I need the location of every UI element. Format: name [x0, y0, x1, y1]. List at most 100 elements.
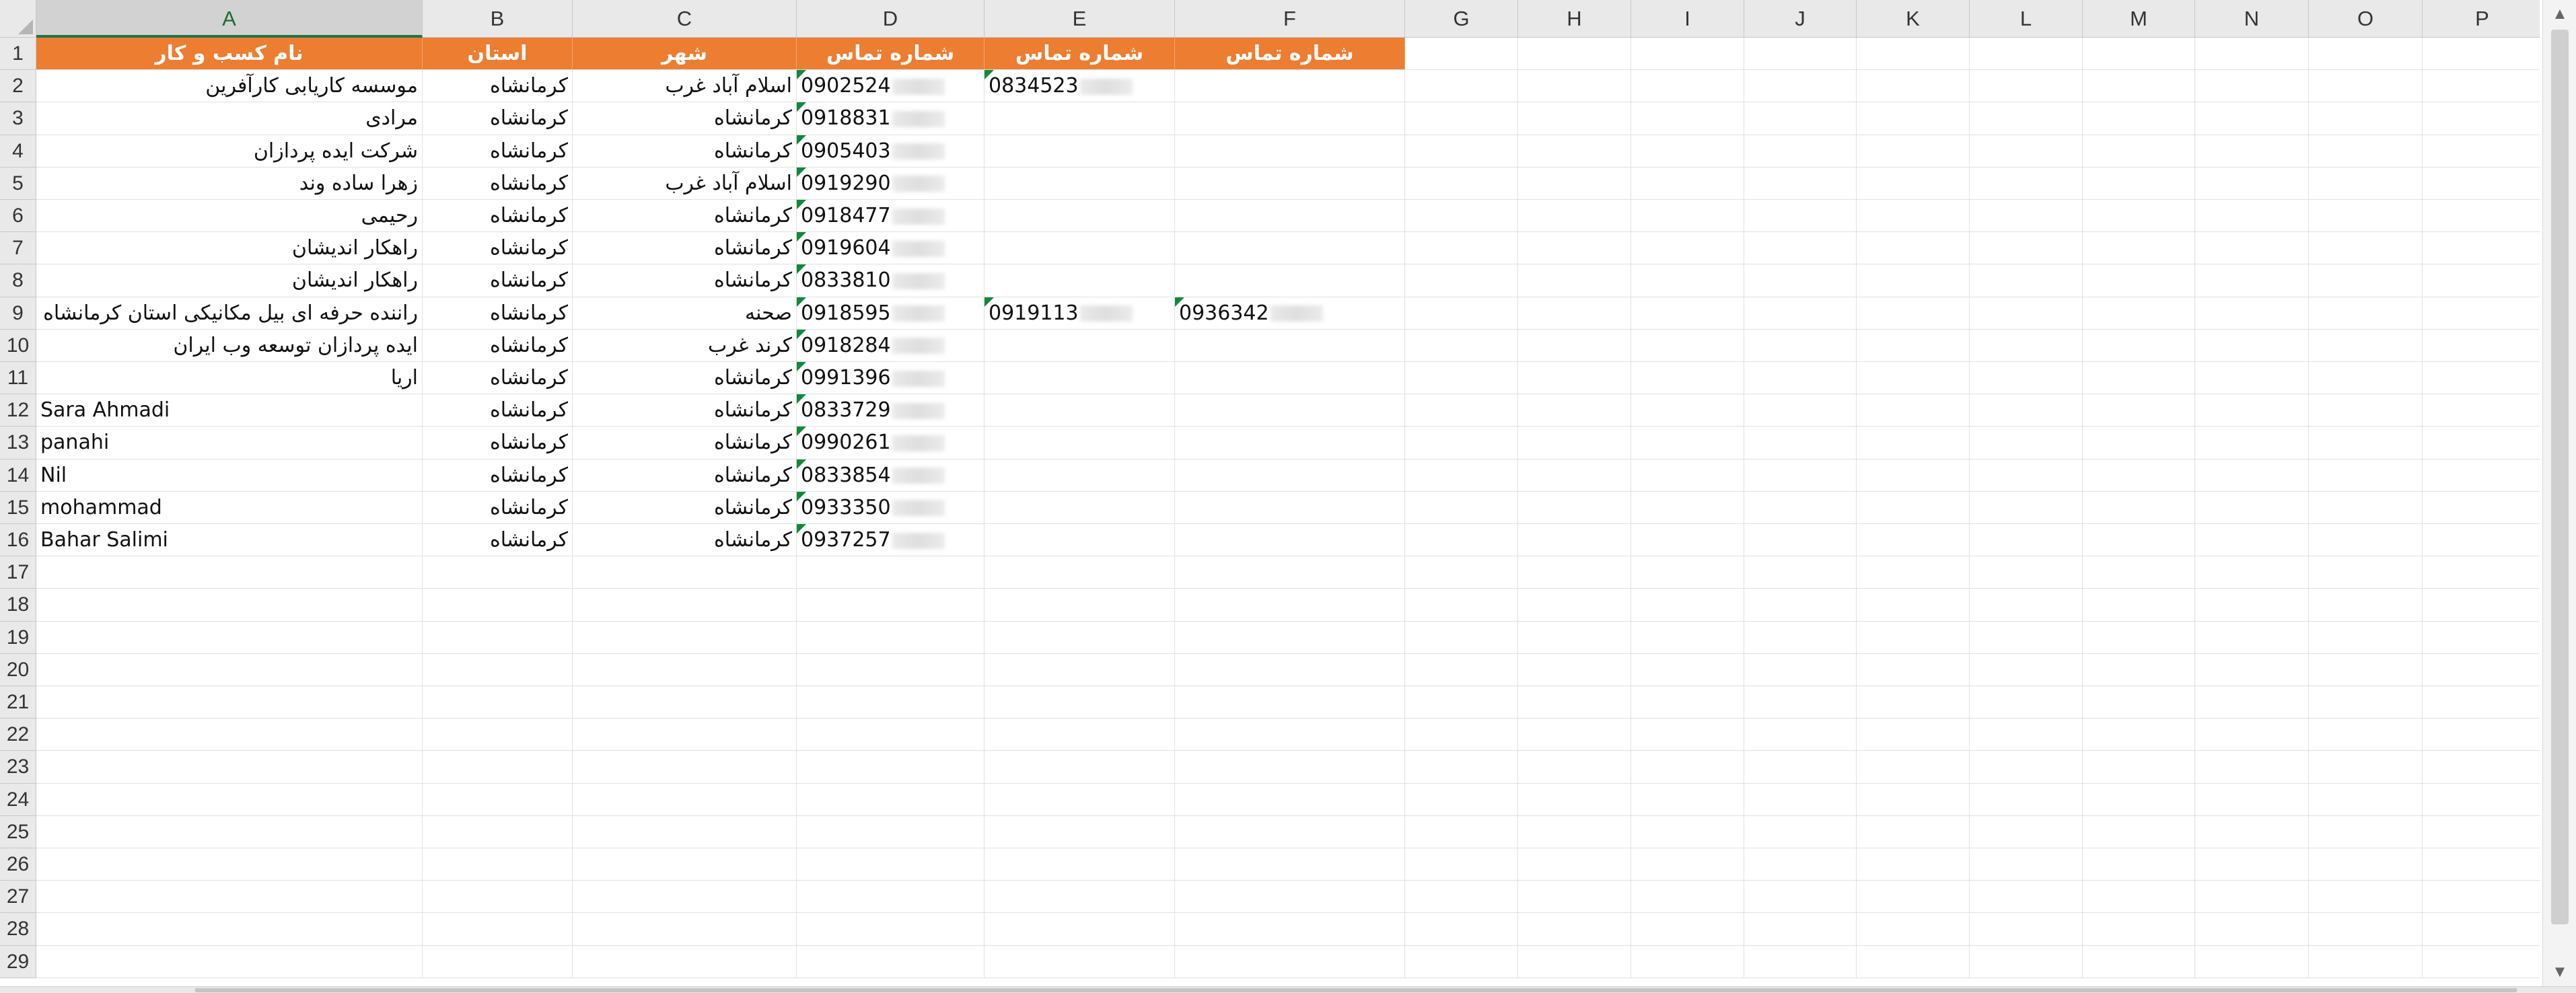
cell[interactable] [1405, 102, 1518, 135]
cell-phone[interactable] [985, 362, 1175, 395]
cell[interactable] [1518, 589, 1631, 622]
cell[interactable] [1175, 589, 1405, 622]
cell-phone[interactable] [1175, 264, 1405, 297]
cell-phone[interactable]: 0833854 [797, 459, 985, 492]
cell[interactable] [1744, 102, 1857, 135]
column-header-g[interactable]: G [1405, 0, 1518, 38]
cell[interactable] [2195, 524, 2309, 557]
cell[interactable] [36, 783, 423, 816]
cell-phone[interactable] [1175, 200, 1405, 233]
cell[interactable] [1631, 297, 1744, 330]
cell[interactable] [1405, 297, 1518, 330]
cell[interactable] [1857, 881, 1970, 914]
cell[interactable] [1857, 167, 1970, 200]
cell[interactable] [423, 621, 573, 654]
cell[interactable] [2423, 719, 2540, 751]
cell-phone[interactable] [1175, 135, 1405, 168]
cell[interactable] [2195, 102, 2309, 135]
cell-phone[interactable]: 0834523 [985, 70, 1175, 103]
cell[interactable] [797, 556, 985, 589]
cell[interactable] [423, 719, 573, 751]
cell[interactable] [1518, 783, 1631, 816]
cell[interactable] [1518, 556, 1631, 589]
cell[interactable] [1970, 459, 2083, 492]
cell-city[interactable]: کرند غرب [573, 329, 797, 362]
cell[interactable] [1744, 329, 1857, 362]
cell[interactable] [1405, 427, 1518, 459]
row-header[interactable]: 8 [0, 264, 36, 297]
cell[interactable] [2423, 38, 2540, 71]
cell[interactable] [2423, 330, 2540, 362]
cell[interactable] [2195, 848, 2309, 881]
row-header[interactable]: 5 [0, 167, 36, 200]
column-header-a[interactable]: A [36, 0, 423, 38]
cell-province[interactable]: کرمانشاه [423, 459, 573, 492]
cell[interactable] [1631, 556, 1744, 589]
cell[interactable] [1970, 945, 2083, 978]
cell[interactable] [985, 621, 1175, 654]
cell-business-name[interactable]: مرادی [36, 102, 423, 135]
cell[interactable] [1518, 719, 1631, 751]
cell[interactable] [2195, 719, 2309, 751]
cell[interactable] [2423, 686, 2540, 719]
cell[interactable] [1744, 621, 1857, 654]
cell[interactable] [1857, 297, 1970, 330]
cell[interactable] [2309, 783, 2423, 816]
cell[interactable] [1631, 589, 1744, 622]
cell[interactable] [423, 653, 573, 686]
cell[interactable] [1175, 556, 1405, 589]
cell[interactable] [1175, 815, 1405, 848]
cell[interactable] [1405, 167, 1518, 200]
cell[interactable] [36, 751, 423, 784]
cell[interactable] [423, 783, 573, 816]
cell[interactable] [2309, 653, 2423, 686]
cell-business-name[interactable]: panahi [36, 427, 423, 459]
cell-phone[interactable]: 0919113 [985, 297, 1175, 330]
horizontal-scroll-thumb[interactable] [195, 988, 2517, 992]
cell[interactable] [1518, 200, 1631, 233]
cell[interactable] [2083, 719, 2195, 751]
cell[interactable] [2423, 946, 2540, 978]
cell[interactable] [2423, 135, 2540, 168]
cell[interactable] [1175, 881, 1405, 914]
cell[interactable] [1518, 913, 1631, 946]
cell[interactable] [1744, 264, 1857, 297]
cell[interactable] [2195, 686, 2309, 719]
cell[interactable] [1518, 232, 1631, 265]
row-header[interactable]: 27 [0, 881, 36, 914]
row-header[interactable]: 25 [0, 815, 36, 848]
cell[interactable] [2309, 686, 2423, 719]
cell-province[interactable]: کرمانشاه [423, 427, 573, 459]
cell[interactable] [423, 848, 573, 881]
row-header[interactable]: 7 [0, 232, 36, 265]
cell[interactable] [2423, 751, 2540, 784]
cell[interactable] [2195, 653, 2309, 686]
cell[interactable] [985, 556, 1175, 589]
cell[interactable] [2309, 264, 2423, 297]
cell[interactable] [1857, 653, 1970, 686]
cell-phone[interactable] [1175, 362, 1405, 395]
cell[interactable] [985, 751, 1175, 784]
cell-phone[interactable]: 0833810 [797, 264, 985, 297]
cell-city[interactable]: صحنه [573, 297, 797, 330]
cell[interactable] [1857, 751, 1970, 784]
cell-province[interactable]: کرمانشاه [423, 524, 573, 557]
cell[interactable] [1744, 70, 1857, 103]
cell[interactable] [1631, 427, 1744, 459]
cell[interactable] [2083, 491, 2195, 524]
cell-province[interactable]: کرمانشاه [423, 232, 573, 265]
cell[interactable] [2083, 329, 2195, 362]
cell[interactable] [2423, 427, 2540, 459]
cell-business-name[interactable]: Nil [36, 459, 423, 492]
cell[interactable] [1631, 362, 1744, 395]
column-header-m[interactable]: M [2083, 0, 2195, 38]
cell[interactable] [1518, 38, 1631, 71]
cell[interactable] [2195, 297, 2309, 330]
cell[interactable] [1518, 264, 1631, 297]
cell[interactable] [1405, 751, 1518, 784]
cell[interactable] [1744, 719, 1857, 751]
cell[interactable] [2423, 70, 2540, 103]
cell[interactable] [2195, 945, 2309, 978]
cell[interactable] [2195, 783, 2309, 816]
cell-business-name[interactable]: رحیمی [36, 200, 423, 233]
